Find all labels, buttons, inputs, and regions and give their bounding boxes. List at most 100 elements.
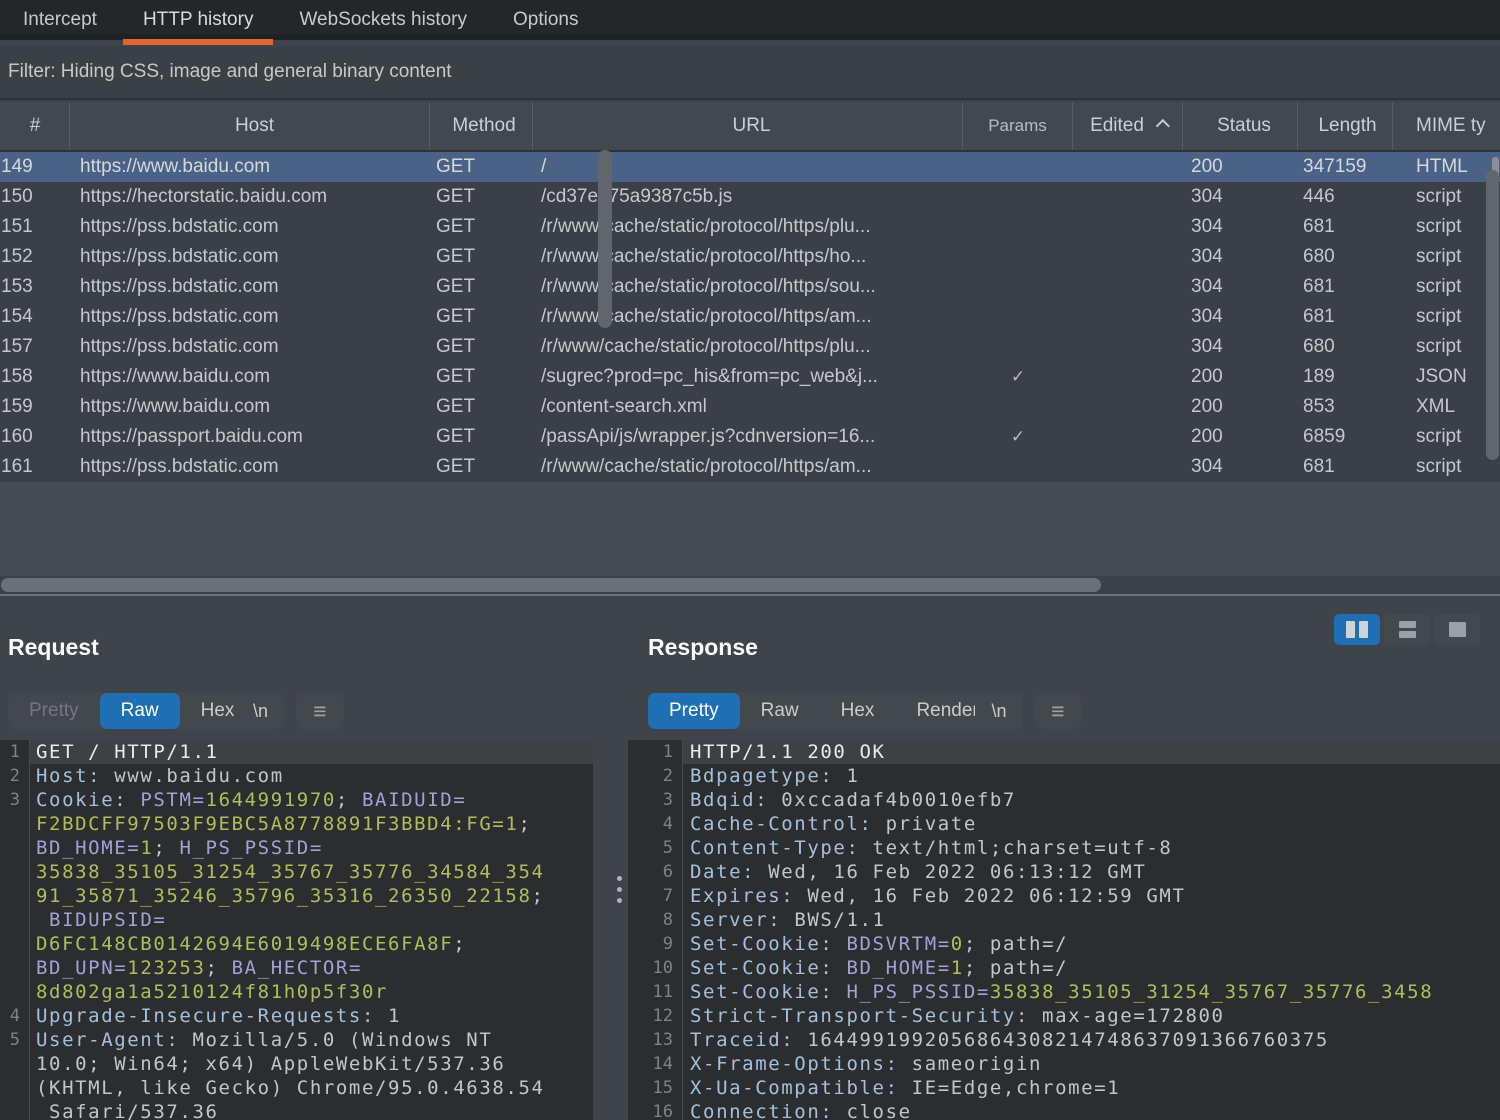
code-text: Upgrade-Insecure-Requests: 1 — [30, 1004, 593, 1028]
vertical-splitter-handle-icon[interactable] — [617, 876, 622, 903]
response-tab-hex[interactable]: Hex — [820, 693, 896, 729]
code-line: 10Set-Cookie: BD_HOME=1; path=/ — [628, 956, 1500, 980]
column-header-method[interactable]: Method — [430, 102, 533, 150]
code-text: Bdqid: 0xccadaf4b0010efb7 — [683, 788, 1500, 812]
table-row[interactable]: 150https://hectorstatic.baidu.comGET/cd3… — [0, 182, 1500, 212]
cell-mime: script — [1393, 242, 1500, 272]
column-header-host[interactable]: Host — [70, 102, 430, 150]
request-tab-raw[interactable]: Raw — [100, 693, 180, 729]
table-row[interactable]: 159https://www.baidu.comGET/content-sear… — [0, 392, 1500, 422]
cell-length: 681 — [1298, 302, 1393, 332]
cell-edited — [1073, 272, 1183, 302]
cell-method: GET — [430, 182, 533, 212]
column-header-status[interactable]: Status — [1183, 102, 1298, 150]
tab-intercept[interactable]: Intercept — [0, 0, 120, 40]
column-header-mime-ty[interactable]: MIME ty — [1393, 102, 1500, 150]
http-history-table-header: # Host MethodURL Params Edited Status LengthMI… — [0, 102, 1500, 152]
table-row[interactable]: 152https://pss.bdstatic.comGET/r/www/cac… — [0, 242, 1500, 272]
table-row[interactable]: 153https://pss.bdstatic.comGET/r/www/cac… — [0, 272, 1500, 302]
code-line: 5User-Agent: Mozilla/5.0 (Windows NT — [0, 1028, 593, 1052]
cell-host: https://passport.baidu.com — [70, 422, 430, 452]
table-empty-area — [0, 482, 1500, 576]
line-number: 4 — [628, 812, 683, 836]
request-editor[interactable]: 1GET / HTTP/1.12Host: www.baidu.com3Cook… — [0, 740, 593, 1120]
cell-num: 150 — [0, 182, 70, 212]
line-number: 2 — [0, 764, 30, 788]
code-text: Expires: Wed, 16 Feb 2022 06:12:59 GMT — [683, 884, 1500, 908]
filter-text: Filter: Hiding CSS, image and general bi… — [8, 46, 452, 98]
table-row[interactable]: 149https://www.baidu.comGET/200347159HTM… — [0, 152, 1500, 182]
cell-params — [963, 272, 1073, 302]
cell-mime: script — [1393, 212, 1500, 242]
table-row[interactable]: 154https://pss.bdstatic.comGET/r/www/cac… — [0, 302, 1500, 332]
code-line: BIDUPSID= — [0, 908, 593, 932]
columns-icon — [1346, 621, 1355, 638]
code-line: 7Expires: Wed, 16 Feb 2022 06:12:59 GMT — [628, 884, 1500, 908]
column-header-length[interactable]: Length — [1298, 102, 1393, 150]
code-line: 3Bdqid: 0xccadaf4b0010efb7 — [628, 788, 1500, 812]
code-line: 11Set-Cookie: H_PS_PSSID=35838_35105_312… — [628, 980, 1500, 1004]
horizontal-scrollbar-thumb[interactable] — [1, 578, 1101, 592]
response-editor-scrollbar[interactable] — [1486, 170, 1499, 460]
request-newline-toggle-button[interactable]: \n — [237, 693, 284, 729]
cell-edited — [1073, 242, 1183, 272]
cell-method: GET — [430, 302, 533, 332]
layout-switcher — [1334, 614, 1480, 645]
column-header-label: Status — [1217, 115, 1271, 136]
column-header-[interactable]: # — [0, 102, 70, 150]
cell-params — [963, 152, 1073, 182]
response-menu-button[interactable]: ≡ — [1035, 693, 1081, 729]
cell-length: 6859 — [1298, 422, 1393, 452]
response-tab-pretty[interactable]: Pretty — [648, 693, 740, 729]
response-newline-toggle-button[interactable]: \n — [975, 693, 1023, 729]
code-text: 8d802ga1a5210124f81h0p5f30r — [30, 980, 593, 1004]
columns-layout-button[interactable] — [1334, 614, 1380, 645]
cell-method: GET — [430, 362, 533, 392]
column-header-edited[interactable]: Edited — [1073, 102, 1183, 150]
response-tab-raw[interactable]: Raw — [740, 693, 820, 729]
line-number: 16 — [628, 1100, 683, 1120]
tab-options[interactable]: Options — [490, 0, 601, 40]
code-text: Content-Type: text/html;charset=utf-8 — [683, 836, 1500, 860]
cell-host: https://www.baidu.com — [70, 362, 430, 392]
sort-ascending-icon — [1156, 119, 1170, 133]
code-line: 4Cache-Control: private — [628, 812, 1500, 836]
cell-num: 152 — [0, 242, 70, 272]
code-text: Set-Cookie: BD_HOME=1; path=/ — [683, 956, 1500, 980]
cell-host: https://hectorstatic.baidu.com — [70, 182, 430, 212]
column-header-label: Params — [988, 116, 1047, 135]
tab-websockets-history[interactable]: WebSockets history — [276, 0, 490, 40]
single-layout-button[interactable] — [1434, 614, 1480, 645]
cell-num: 157 — [0, 332, 70, 362]
response-editor[interactable]: 1HTTP/1.1 200 OK2Bdpagetype: 13Bdqid: 0x… — [628, 740, 1500, 1120]
column-header-url[interactable]: URL — [533, 102, 963, 150]
filter-bar[interactable]: Filter: Hiding CSS, image and general bi… — [0, 46, 1500, 100]
cell-length: 681 — [1298, 212, 1393, 242]
cell-length: 347159 — [1298, 152, 1393, 182]
line-number: 13 — [628, 1028, 683, 1052]
tab-http-history[interactable]: HTTP history — [120, 0, 277, 40]
table-row[interactable]: 157https://pss.bdstatic.comGET/r/www/cac… — [0, 332, 1500, 362]
line-number: 12 — [628, 1004, 683, 1028]
code-text: F2BDCFF97503F9EBC5A8778891F3BBD4:FG=1; — [30, 812, 593, 836]
cell-length: 680 — [1298, 332, 1393, 362]
table-row[interactable]: 161https://pss.bdstatic.comGET/r/www/cac… — [0, 452, 1500, 482]
column-header-label: Host — [235, 115, 274, 136]
params-check-icon: ✓ — [963, 422, 1073, 452]
code-line: 2Bdpagetype: 1 — [628, 764, 1500, 788]
request-editor-scrollbar[interactable] — [598, 150, 612, 328]
column-header-label: # — [30, 115, 41, 136]
cell-method: GET — [430, 392, 533, 422]
request-tab-pretty[interactable]: Pretty — [8, 693, 100, 729]
cell-url: /r/www/cache/static/protocol/https/am... — [533, 452, 963, 482]
cell-mime: script — [1393, 452, 1500, 482]
cell-method: GET — [430, 422, 533, 452]
table-row[interactable]: 151https://pss.bdstatic.comGET/r/www/cac… — [0, 212, 1500, 242]
column-header-params[interactable]: Params — [963, 102, 1073, 150]
code-line: 1HTTP/1.1 200 OK — [628, 740, 1500, 764]
table-row[interactable]: 158https://www.baidu.comGET/sugrec?prod=… — [0, 362, 1500, 392]
request-menu-button[interactable]: ≡ — [296, 693, 344, 729]
code-line: 16Connection: close — [628, 1100, 1500, 1120]
rows-layout-button[interactable] — [1384, 614, 1430, 645]
table-row[interactable]: 160https://passport.baidu.comGET/passApi… — [0, 422, 1500, 452]
